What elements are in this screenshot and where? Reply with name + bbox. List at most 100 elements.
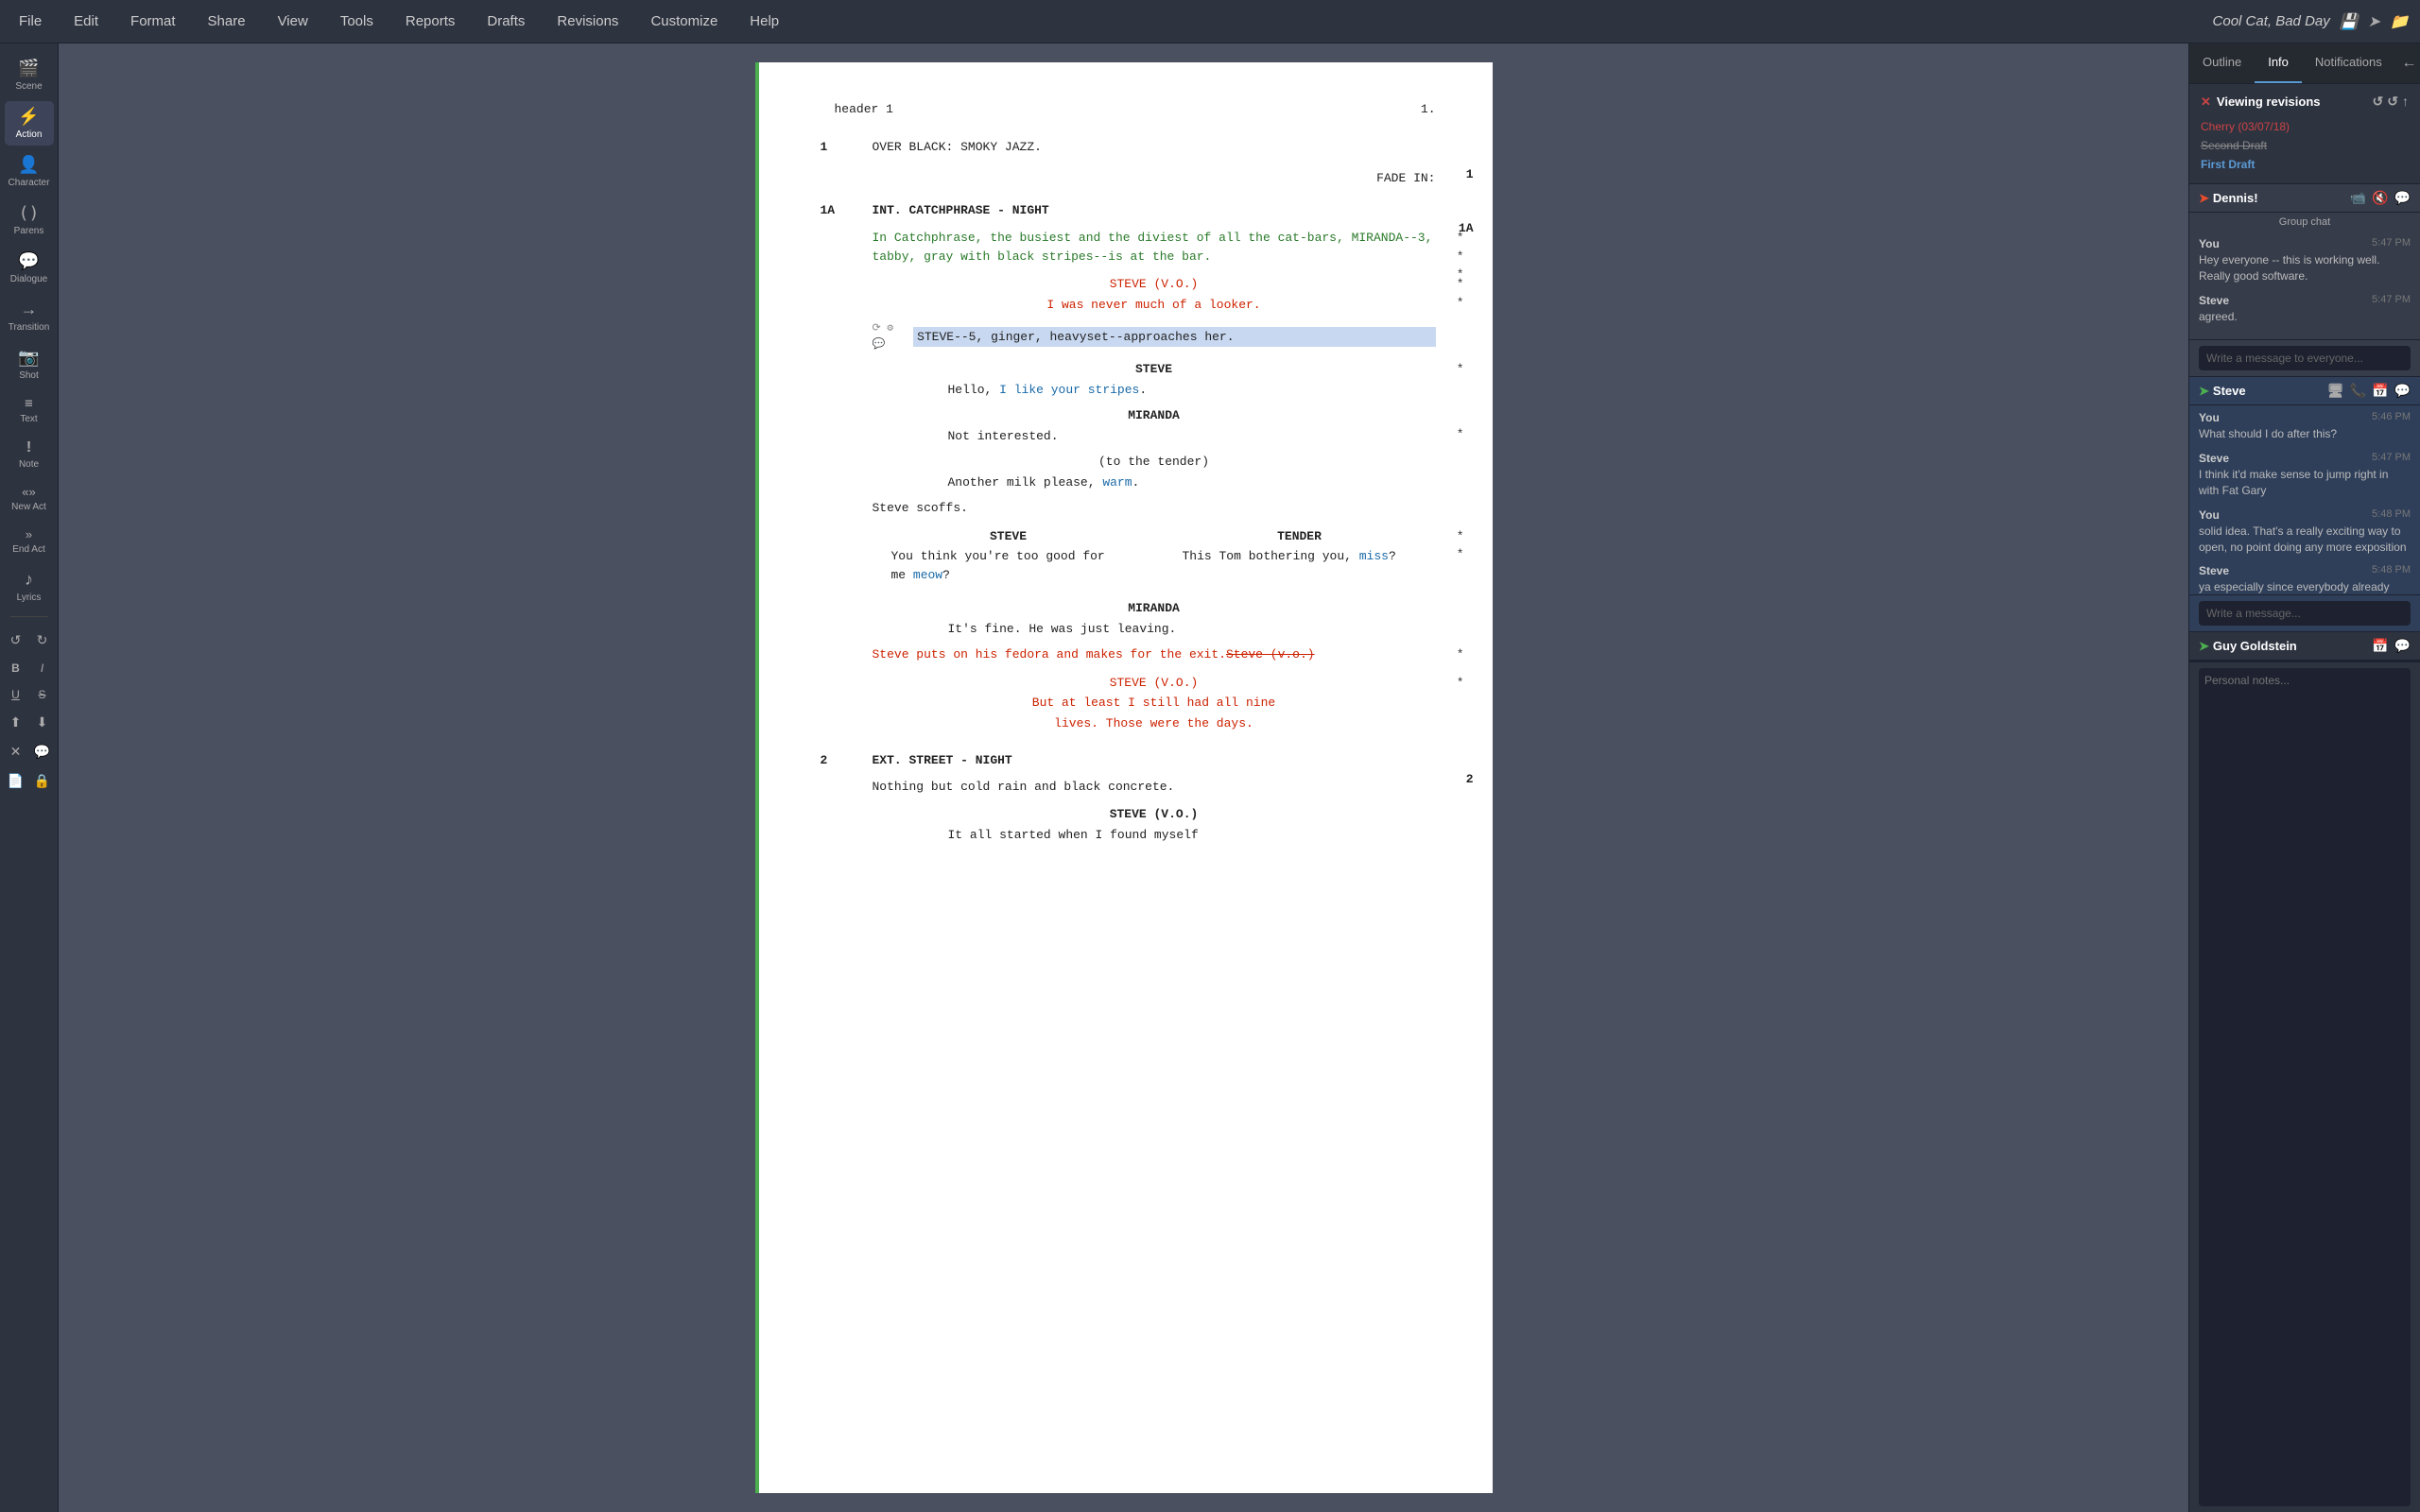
chat-guy-person[interactable]: ➤ Guy Goldstein 📅 💬 [2189, 632, 2420, 661]
menu-revisions[interactable]: Revisions [549, 9, 626, 33]
share-icon[interactable]: ➤ [2368, 12, 2380, 31]
sidebar-item-newact[interactable]: «» New Act [5, 479, 54, 518]
note-icon: ! [26, 439, 31, 456]
revisions-x[interactable]: ✕ [2201, 94, 2211, 110]
asterisk-hello: * [1457, 360, 1464, 379]
steve-monitor-icon[interactable]: 🖥 [2327, 383, 2344, 399]
steve-messages: You 5:46 PM What should I do after this?… [2189, 405, 2420, 594]
menu-file[interactable]: File [11, 9, 49, 33]
folder-icon[interactable]: 📁 [2390, 12, 2409, 31]
sidebar-item-action[interactable]: ⚡ Action [5, 101, 54, 146]
chat-dennis-person[interactable]: ➤ Dennis! 📹 🔇 💬 [2189, 184, 2420, 213]
tab-info[interactable]: Info [2255, 43, 2302, 83]
sidebar-item-note[interactable]: ! Note [5, 434, 54, 475]
download-btn[interactable]: ⬇ [31, 711, 54, 734]
sidebar-item-text[interactable]: ≡ Text [5, 390, 54, 430]
sidebar-item-transition[interactable]: → Transition [5, 294, 54, 338]
app-title-area: Cool Cat, Bad Day 💾 ➤ 📁 [2213, 12, 2409, 31]
sidebar-item-dialogue[interactable]: 💬 Dialogue [5, 246, 54, 290]
vo2-line2: lives. Those were the days. [873, 714, 1436, 733]
transition-label: Transition [9, 322, 50, 333]
main-layout: 🎬 Scene ⚡ Action 👤 Character () Parens 💬… [0, 43, 2420, 1512]
scene-icon: 🎬 [18, 59, 39, 78]
upload-btn[interactable]: ⬆ [5, 711, 27, 734]
steve-msg-2-time: 5:47 PM [2372, 452, 2411, 465]
save-icon[interactable]: 💾 [2340, 12, 2359, 31]
sidebar-item-endact[interactable]: » End Act [5, 522, 54, 560]
menu-format[interactable]: Format [123, 9, 183, 33]
revision-second[interactable]: Second Draft [2201, 136, 2409, 155]
steve-msg-2-text: I think it'd make sense to jump right in… [2199, 467, 2411, 499]
script-area[interactable]: header 1 1. 1 OVER BLACK: SMOKY JAZZ. 1 … [59, 43, 2188, 1512]
menu-drafts[interactable]: Drafts [479, 9, 532, 33]
dennis-video-icon[interactable]: 📹 [2350, 190, 2366, 206]
header-left: header 1 [835, 100, 893, 119]
dia-miranda-1: Not interested. [873, 427, 1436, 446]
underline-btn[interactable]: U [5, 684, 27, 705]
sidebar-item-character[interactable]: 👤 Character [5, 149, 54, 194]
left-sidebar: 🎬 Scene ⚡ Action 👤 Character () Parens 💬… [0, 43, 59, 1512]
revision-first[interactable]: First Draft [2201, 155, 2409, 174]
guy-chat-icon[interactable]: 💬 [2394, 638, 2411, 654]
rev-ctrl-1[interactable]: ↺ [2373, 94, 2384, 110]
chat-steve-person[interactable]: ➤ Steve 🖥 📞 📅 💬 [2189, 377, 2420, 405]
redo-btn[interactable]: ↻ [31, 628, 54, 652]
dia-steve-1: Hello, I like your stripes. [873, 381, 1436, 400]
sidebar-item-parens[interactable]: () Parens [5, 198, 54, 242]
close-x-btn[interactable]: ✕ [5, 740, 27, 764]
scene-1a-num-left: 1A [821, 201, 836, 220]
steve-msg-4-time: 5:48 PM [2372, 564, 2411, 577]
steve-chat-icon[interactable]: 💬 [2394, 383, 2411, 399]
vo-char-2: STEVE (V.O.) [873, 674, 1436, 693]
personal-notes-input[interactable] [2199, 668, 2411, 1506]
dual-col-steve: STEVE You think you're too good for me m… [873, 527, 1145, 593]
menu-share[interactable]: Share [200, 9, 253, 33]
sidebar-item-shot[interactable]: 📷 Shot [5, 342, 54, 387]
guy-calendar-icon[interactable]: 📅 [2372, 638, 2388, 654]
scene-1a: 1A INT. CATCHPHRASE - NIGHT 1A In Catchp… [873, 201, 1436, 733]
menu-view[interactable]: View [270, 9, 316, 33]
rev-ctrl-2[interactable]: ↺ [2387, 94, 2398, 110]
dialogue-icon: 💬 [18, 251, 39, 271]
panel-close-btn[interactable]: ← [2395, 43, 2420, 83]
steve-input-box [2189, 594, 2420, 631]
dennis-input-box [2189, 339, 2420, 376]
rev-ctrl-up[interactable]: ↑ [2402, 94, 2409, 110]
dennis-mute-icon[interactable]: 🔇 [2372, 190, 2388, 206]
bold-btn[interactable]: B [5, 658, 27, 679]
note-label: Note [19, 459, 39, 470]
personal-notes [2189, 662, 2420, 1512]
undo-btn[interactable]: ↺ [5, 628, 27, 652]
dennis-chat-icon[interactable]: 💬 [2394, 190, 2411, 206]
menu-reports[interactable]: Reports [398, 9, 463, 33]
endact-icon: » [26, 527, 32, 541]
strike-btn[interactable]: S [31, 684, 54, 705]
menu-edit[interactable]: Edit [66, 9, 106, 33]
menu-tools[interactable]: Tools [333, 9, 381, 33]
lock-btn[interactable]: 🔒 [31, 769, 54, 793]
tab-notifications[interactable]: Notifications [2302, 43, 2395, 83]
doc-btn[interactable]: 📄 [5, 769, 27, 793]
dialogue-label: Dialogue [10, 274, 47, 284]
sidebar-item-lyrics[interactable]: ♪ Lyrics [5, 564, 54, 609]
steve-msg-4: Steve 5:48 PM ya especially since everyb… [2199, 564, 2411, 594]
steve-calendar-icon[interactable]: 📅 [2372, 383, 2388, 399]
vo2-line1: But at least I still had all nine [873, 694, 1436, 713]
dennis-chat-input[interactable] [2199, 346, 2411, 370]
menu-help[interactable]: Help [742, 9, 786, 33]
menu-customize[interactable]: Customize [643, 9, 725, 33]
italic-btn[interactable]: I [31, 658, 54, 679]
sidebar-item-scene[interactable]: 🎬 Scene [5, 53, 54, 97]
inline-blue-miss: miss [1359, 549, 1389, 563]
comment-btn[interactable]: 💬 [31, 740, 54, 764]
revision-cherry[interactable]: Cherry (03/07/18) [2201, 117, 2409, 136]
tab-outline[interactable]: Outline [2189, 43, 2255, 83]
steve-msg-1-sender: You [2199, 411, 2220, 424]
steve-chat-input[interactable] [2199, 601, 2411, 626]
dennis-msg-1-header: You 5:47 PM [2199, 237, 2411, 250]
steve-phone-icon[interactable]: 📞 [2350, 383, 2366, 399]
scene-1-num-right: 1 [1466, 165, 1474, 184]
dia-miranda-3: It's fine. He was just leaving. [873, 620, 1436, 639]
lyrics-icon: ♪ [25, 570, 33, 590]
dennis-msg-1-text: Hey everyone -- this is working well. Re… [2199, 252, 2411, 284]
